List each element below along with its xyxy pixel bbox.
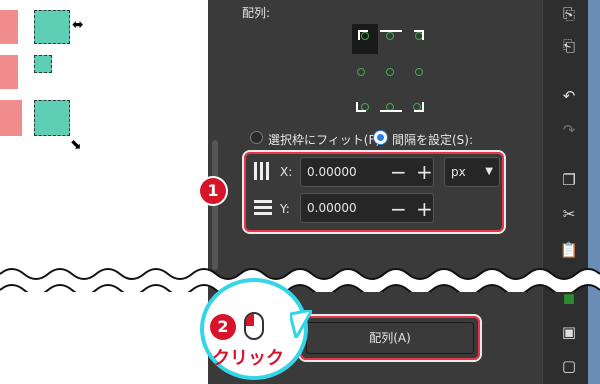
- horizontal-bars-icon: [254, 200, 272, 216]
- anchor-corner-icon: [356, 102, 366, 112]
- wave-divider: [0, 268, 600, 292]
- paste-icon[interactable]: 📋: [558, 240, 580, 260]
- unit-value: px: [451, 165, 466, 179]
- diagonal-resize-icon[interactable]: ⬊: [70, 138, 82, 152]
- fit-selection-radio[interactable]: [250, 131, 263, 144]
- anchor-corner-icon: [414, 30, 424, 40]
- click-instruction: クリック: [212, 348, 284, 369]
- export-icon[interactable]: ⎗: [558, 36, 580, 56]
- y-increment-button[interactable]: +: [416, 199, 433, 219]
- anchor-dot-icon[interactable]: [415, 68, 423, 76]
- drawing-canvas[interactable]: ⬌ ⬊: [0, 0, 208, 384]
- anchor-edge-icon: [380, 30, 402, 40]
- ungroup-icon[interactable]: ▢: [558, 356, 580, 376]
- teal-shape-3[interactable]: [34, 100, 70, 136]
- fit-selection-label: 選択枠にフィット(F): [268, 133, 381, 147]
- duplicate-icon[interactable]: ❐: [558, 170, 580, 190]
- import-icon[interactable]: ⎘: [558, 4, 580, 24]
- teal-shape-1[interactable]: [34, 10, 70, 44]
- set-spacing-radio[interactable]: [374, 131, 387, 144]
- y-decrement-button[interactable]: −: [390, 199, 407, 219]
- arrange-button[interactable]: 配列(A): [306, 322, 474, 354]
- panel-scrollbar[interactable]: [212, 140, 218, 270]
- undo-icon[interactable]: ↶: [558, 86, 580, 106]
- anchor-dot-icon: [361, 32, 369, 40]
- mouse-left-click-icon: [244, 312, 264, 340]
- redo-icon[interactable]: ↷: [558, 120, 580, 140]
- anchor-edge-icon: [380, 102, 402, 112]
- arrange-section-title: 配列:: [242, 6, 271, 20]
- cut-icon[interactable]: ✂: [558, 204, 580, 224]
- y-spacing-input[interactable]: 0.00000: [300, 193, 434, 223]
- group-icon[interactable]: ▣: [558, 322, 580, 342]
- teal-shape-2[interactable]: [34, 55, 52, 73]
- pink-shape-3[interactable]: [0, 100, 22, 136]
- x-decrement-button[interactable]: −: [390, 162, 407, 182]
- callout-pointer: [290, 310, 312, 338]
- y-spacing-value: 0.00000: [307, 201, 357, 215]
- x-spacing-label: X:: [280, 165, 293, 179]
- anchor-corner-icon: [414, 102, 424, 112]
- pink-shape-2[interactable]: [0, 55, 18, 89]
- horizontal-resize-icon[interactable]: ⬌: [72, 18, 84, 32]
- anchor-dot-icon[interactable]: [357, 68, 365, 76]
- x-spacing-input[interactable]: 0.00000: [300, 157, 434, 187]
- unit-select[interactable]: px ▼: [444, 157, 500, 187]
- y-spacing-label: Y:: [280, 202, 290, 216]
- sidebar-edge: [588, 0, 600, 384]
- x-increment-button[interactable]: +: [416, 162, 433, 182]
- screenshot-stage: ⬌ ⬊ 配列: 選択枠にフィット(F) 間隔を設定(S): X: 0.00000…: [0, 0, 600, 384]
- anchor-dot-icon[interactable]: [386, 68, 394, 76]
- chevron-down-icon: ▼: [485, 166, 493, 177]
- set-spacing-label: 間隔を設定(S):: [392, 133, 474, 147]
- vertical-bars-icon: [254, 162, 270, 180]
- step-2-badge: 2: [210, 314, 236, 340]
- pink-shape-1[interactable]: [0, 10, 18, 44]
- step-1-badge: 1: [200, 178, 226, 204]
- x-spacing-value: 0.00000: [307, 165, 357, 179]
